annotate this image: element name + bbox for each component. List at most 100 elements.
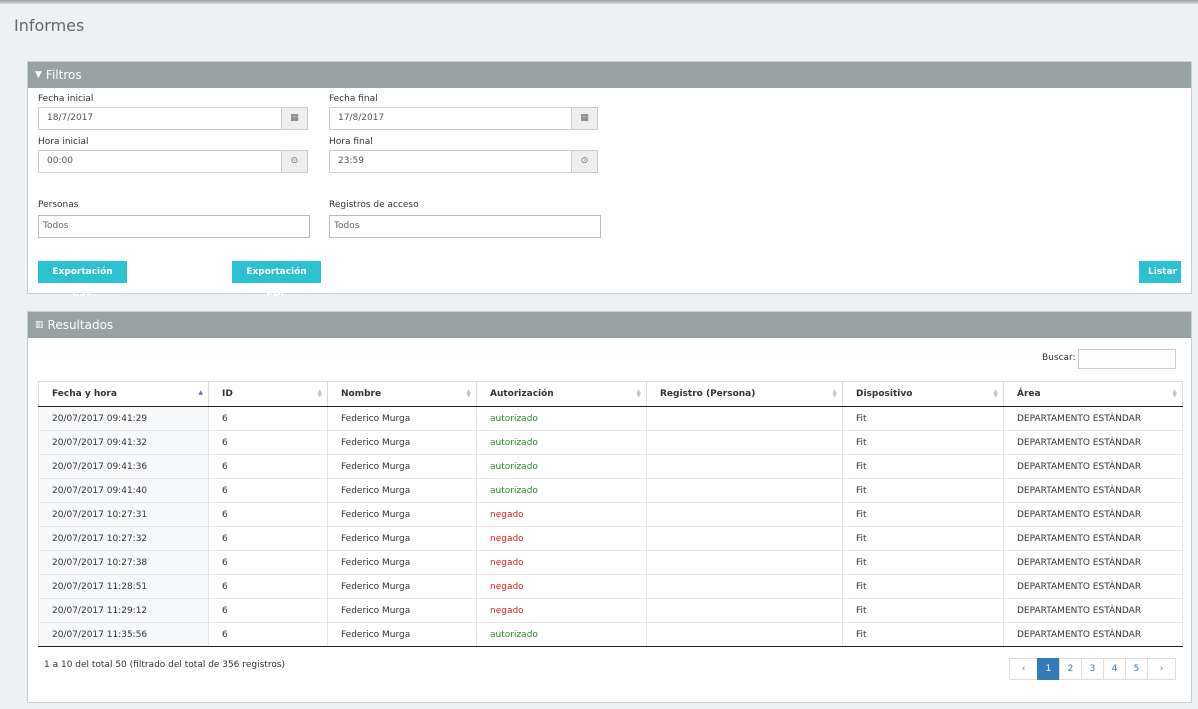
- prev-page-button[interactable]: ‹: [1009, 658, 1038, 680]
- cell-id: 6: [208, 526, 328, 551]
- registros-acceso-input[interactable]: Todos: [329, 215, 601, 238]
- cell-autorizacion: autorizado: [476, 622, 647, 647]
- cell-fecha: 20/07/2017 09:41:40: [38, 478, 209, 503]
- export-csv-button[interactable]: Exportación CSV: [38, 261, 127, 299]
- table-row[interactable]: 20/07/2017 10:27:38 6 Federico Murga negado…: [38, 550, 1183, 575]
- fecha-inicial-label: Fecha inicial: [38, 94, 94, 104]
- personas-label: Personas: [38, 200, 79, 210]
- cell-registro: [646, 598, 843, 623]
- hora-final-input[interactable]: 23:59: [329, 150, 572, 173]
- page-button-2[interactable]: 2: [1059, 658, 1082, 680]
- column-header-autorizacion[interactable]: Autorización ▲ ▼: [476, 381, 647, 407]
- fecha-inicial-input[interactable]: 18/7/2017: [38, 107, 282, 130]
- results-panel-title: Resultados: [47, 318, 114, 332]
- clock-icon[interactable]: ⊙: [572, 150, 598, 173]
- search-input[interactable]: [1078, 349, 1176, 369]
- table-row[interactable]: 20/07/2017 09:41:36 6 Federico Murga autori…: [38, 454, 1183, 479]
- clock-icon[interactable]: ⊙: [282, 150, 308, 173]
- cell-fecha: 20/07/2017 10:27:32: [38, 526, 209, 551]
- filters-panel: ▼ Filtros Fecha inicial 18/7/2017 ▦ Fech…: [27, 61, 1192, 299]
- page-button-1[interactable]: 1: [1037, 658, 1060, 680]
- column-header-area[interactable]: Área ▲ ▼: [1003, 381, 1183, 407]
- table-info: 1 a 10 del total 50 (filtrado del total …: [44, 660, 286, 670]
- cell-area: DEPARTAMENTO ESTÁNDAR: [1003, 550, 1183, 575]
- column-header-dispositivo[interactable]: Dispositivo ▲ ▼: [842, 381, 1004, 407]
- cell-autorizacion: negado: [476, 526, 647, 551]
- results-panel-header[interactable]: ▥ Resultados: [28, 312, 1191, 338]
- listar-button[interactable]: Listar: [1139, 261, 1181, 283]
- sort-icon: ▲ ▼: [466, 388, 471, 399]
- cell-autorizacion: autorizado: [476, 454, 647, 479]
- pagination: ‹ 1 2 3 4 5 ›: [1009, 658, 1176, 680]
- hora-inicial-input[interactable]: 00:00: [38, 150, 282, 173]
- page-title: Informes: [14, 16, 85, 35]
- cell-dispositivo: Fit: [842, 526, 1004, 551]
- cell-nombre: Federico Murga: [327, 622, 477, 647]
- cell-registro: [646, 430, 843, 455]
- cell-fecha: 20/07/2017 10:27:38: [38, 550, 209, 575]
- personas-input[interactable]: Todos: [38, 215, 310, 238]
- table-header-row: Fecha y hora ▲ ID ▲ ▼ Nombre ▲ ▼ Autorización…: [38, 381, 1183, 407]
- page-button-3[interactable]: 3: [1081, 658, 1104, 680]
- sort-icon: ▲ ▼: [832, 388, 837, 399]
- filters-panel-title: Filtros: [45, 68, 82, 82]
- cell-dispositivo: Fit: [842, 502, 1004, 527]
- cell-nombre: Federico Murga: [327, 526, 477, 551]
- cell-id: 6: [208, 598, 328, 623]
- results-table: Fecha y hora ▲ ID ▲ ▼ Nombre ▲ ▼ Autorización…: [38, 381, 1183, 647]
- page-button-5[interactable]: 5: [1125, 658, 1148, 680]
- cell-id: 6: [208, 550, 328, 575]
- calendar-icon[interactable]: ▦: [282, 107, 308, 130]
- bar-chart-icon: ▥: [35, 320, 44, 330]
- cell-area: DEPARTAMENTO ESTÁNDAR: [1003, 526, 1183, 551]
- cell-nombre: Federico Murga: [327, 550, 477, 575]
- table-row[interactable]: 20/07/2017 11:29:12 6 Federico Murga negado…: [38, 598, 1183, 623]
- table-row[interactable]: 20/07/2017 11:28:51 6 Federico Murga negado…: [38, 574, 1183, 599]
- cell-fecha: 20/07/2017 09:41:36: [38, 454, 209, 479]
- cell-area: DEPARTAMENTO ESTÁNDAR: [1003, 406, 1183, 431]
- cell-id: 6: [208, 478, 328, 503]
- next-page-button[interactable]: ›: [1147, 658, 1176, 680]
- column-header-fecha[interactable]: Fecha y hora ▲: [38, 381, 209, 407]
- page-button-4[interactable]: 4: [1103, 658, 1126, 680]
- cell-fecha: 20/07/2017 10:27:31: [38, 502, 209, 527]
- cell-fecha: 20/07/2017 11:29:12: [38, 598, 209, 623]
- cell-autorizacion: autorizado: [476, 430, 647, 455]
- cell-registro: [646, 406, 843, 431]
- cell-id: 6: [208, 454, 328, 479]
- column-header-registro[interactable]: Registro (Persona) ▲ ▼: [646, 381, 843, 407]
- table-row[interactable]: 20/07/2017 09:41:29 6 Federico Murga autori…: [38, 406, 1183, 431]
- cell-area: DEPARTAMENTO ESTÁNDAR: [1003, 622, 1183, 647]
- table-row[interactable]: 20/07/2017 09:41:40 6 Federico Murga autori…: [38, 478, 1183, 503]
- cell-registro: [646, 454, 843, 479]
- cell-nombre: Federico Murga: [327, 454, 477, 479]
- export-pdf-button[interactable]: Exportación PDF: [232, 261, 321, 299]
- table-row[interactable]: 20/07/2017 10:27:32 6 Federico Murga negado…: [38, 526, 1183, 551]
- cell-registro: [646, 574, 843, 599]
- cell-id: 6: [208, 430, 328, 455]
- cell-autorizacion: autorizado: [476, 478, 647, 503]
- cell-area: DEPARTAMENTO ESTÁNDAR: [1003, 478, 1183, 503]
- registros-acceso-label: Registros de acceso: [329, 200, 419, 210]
- table-row[interactable]: 20/07/2017 09:41:32 6 Federico Murga autori…: [38, 430, 1183, 455]
- cell-area: DEPARTAMENTO ESTÁNDAR: [1003, 502, 1183, 527]
- fecha-final-label: Fecha final: [329, 94, 378, 104]
- fecha-final-input[interactable]: 17/8/2017: [329, 107, 572, 130]
- table-row[interactable]: 20/07/2017 11:35:56 6 Federico Murga autori…: [38, 622, 1183, 647]
- cell-autorizacion: negado: [476, 574, 647, 599]
- sort-icon: ▲ ▼: [993, 388, 998, 399]
- cell-area: DEPARTAMENTO ESTÁNDAR: [1003, 598, 1183, 623]
- column-header-nombre[interactable]: Nombre ▲ ▼: [327, 381, 477, 407]
- calendar-icon[interactable]: ▦: [572, 107, 598, 130]
- cell-nombre: Federico Murga: [327, 574, 477, 599]
- filters-panel-header[interactable]: ▼ Filtros: [28, 62, 1191, 88]
- hora-final-label: Hora final: [329, 137, 373, 147]
- cell-area: DEPARTAMENTO ESTÁNDAR: [1003, 430, 1183, 455]
- column-header-id[interactable]: ID ▲ ▼: [208, 381, 328, 407]
- hora-inicial-label: Hora inicial: [38, 137, 89, 147]
- cell-fecha: 20/07/2017 11:35:56: [38, 622, 209, 647]
- cell-autorizacion: autorizado: [476, 406, 647, 431]
- table-row[interactable]: 20/07/2017 10:27:31 6 Federico Murga negado…: [38, 502, 1183, 527]
- cell-fecha: 20/07/2017 11:28:51: [38, 574, 209, 599]
- cell-area: DEPARTAMENTO ESTÁNDAR: [1003, 454, 1183, 479]
